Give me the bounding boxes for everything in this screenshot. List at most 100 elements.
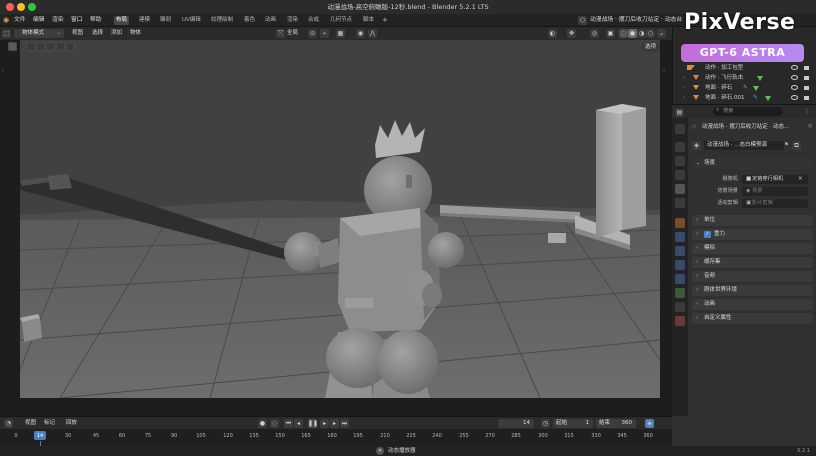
panel-units[interactable]: › 单位	[692, 215, 813, 226]
timeline-menu-view[interactable]: 视图	[25, 419, 36, 428]
render-tab-icon[interactable]	[675, 142, 685, 152]
workspace-tab-texture-paint[interactable]: 纹理绘制	[209, 16, 235, 25]
expand-arrow-icon[interactable]: ›	[683, 93, 685, 103]
select-box-icon[interactable]	[26, 42, 35, 51]
panel-scene[interactable]: ⌄ 场景	[692, 158, 813, 169]
start-frame-field[interactable]: 起始 1	[553, 419, 593, 428]
eye-icon[interactable]	[791, 95, 798, 100]
workspace-tab-modeling[interactable]: 建模	[137, 16, 152, 25]
panel-custom-properties[interactable]: › 自定义属性	[692, 313, 813, 324]
view-layer-tab-icon[interactable]	[675, 170, 685, 180]
outliner-row[interactable]: › 动作 · 飞行轨击	[673, 73, 816, 83]
workspace-tab-sculpting[interactable]: 雕刻	[158, 16, 173, 25]
select-intersect-icon[interactable]	[66, 42, 75, 51]
proportional-editing-icon[interactable]: ◉	[356, 29, 365, 38]
clear-icon[interactable]: ✕	[798, 174, 803, 185]
menu-help[interactable]: 帮助	[90, 14, 102, 27]
camera-icon[interactable]	[804, 96, 809, 100]
constraints-tab-icon[interactable]	[675, 274, 685, 284]
blender-logo-icon[interactable]: ◉	[3, 14, 9, 27]
camera-icon[interactable]	[804, 76, 809, 80]
workspace-tab-geometry-nodes[interactable]: 几何节点	[328, 16, 354, 25]
editor-type-properties-icon[interactable]: ▤	[675, 108, 684, 117]
snap-icon[interactable]: ⌁	[320, 29, 329, 38]
select-extend-icon[interactable]	[36, 42, 45, 51]
select-tool-icon[interactable]	[8, 42, 17, 51]
menu-edit[interactable]: 编辑	[33, 14, 45, 27]
menu-render[interactable]: 渲染	[52, 14, 64, 27]
scene-browse-icon[interactable]: ⬡	[578, 16, 587, 25]
jump-start-icon[interactable]: ⏮	[284, 419, 293, 428]
auto-keying-icon[interactable]: ◌	[270, 419, 279, 428]
outliner-row[interactable]: › 地面 · 碎石 ✎	[673, 83, 816, 93]
viewport-menu-view[interactable]: 视图	[72, 29, 83, 38]
record-icon[interactable]: ●	[258, 419, 267, 428]
transform-orientation-icon[interactable]: ⤧	[276, 29, 285, 38]
jump-keyframe-back-icon[interactable]: ◂	[294, 419, 303, 428]
workspace-tab-animation[interactable]: 动画	[263, 16, 278, 25]
expand-arrow-icon[interactable]: ›	[683, 83, 685, 93]
overlays-icon[interactable]: ◎	[590, 29, 599, 38]
preview-range-icon[interactable]: ◷	[541, 419, 550, 428]
xray-icon[interactable]: ▣	[606, 29, 615, 38]
workspace-tab-shading[interactable]: 着色	[242, 16, 257, 25]
editor-type-timeline-icon[interactable]: ◔	[4, 419, 13, 428]
gravity-checkbox[interactable]: ✓	[704, 231, 711, 238]
workspace-tab-rendering[interactable]: 渲染	[285, 16, 300, 25]
panel-animation[interactable]: › 动画	[692, 299, 813, 310]
play-icon[interactable]: ▸	[320, 419, 329, 428]
visibility-selectability-icon[interactable]: ◐	[548, 29, 557, 38]
workspace-tab-layout[interactable]: 布局	[114, 16, 130, 25]
world-tab-icon[interactable]	[675, 198, 685, 208]
output-tab-icon[interactable]	[675, 156, 685, 166]
more-options-icon[interactable]: ⋮	[804, 108, 810, 115]
camera-icon[interactable]	[804, 86, 809, 90]
particles-tab-icon[interactable]	[675, 246, 685, 256]
timeline-menu-playback[interactable]: 回放	[66, 419, 77, 428]
viewport-menu-add[interactable]: 添加	[111, 29, 122, 38]
object-tab-icon[interactable]	[675, 218, 685, 228]
scene-datablock-icon[interactable]: ◈	[692, 141, 701, 150]
jump-end-icon[interactable]: ⏭	[340, 419, 349, 428]
timeline-ruler[interactable]: 0 14 30 45 60 75 90 105 120 135 150 165 …	[0, 429, 672, 446]
eye-icon[interactable]	[791, 65, 798, 70]
toolbar-expand-icon[interactable]: ›	[2, 68, 4, 74]
panel-simulation[interactable]: › 模拟	[692, 243, 813, 254]
eye-icon[interactable]	[791, 85, 798, 90]
pivot-point-icon[interactable]: ⊙	[308, 29, 317, 38]
select-invert-icon[interactable]	[56, 42, 65, 51]
outliner-row[interactable]: 动作 · 加工包型	[673, 63, 816, 73]
data-tab-icon[interactable]	[675, 288, 685, 298]
pause-icon[interactable]: ❚❚	[308, 419, 318, 428]
expand-arrow-icon[interactable]: ›	[683, 73, 685, 83]
fake-user-icon[interactable]: ⚑	[784, 140, 789, 151]
shading-options-icon[interactable]: ⌄	[657, 29, 666, 38]
new-scene-icon[interactable]: ⧉	[792, 141, 801, 150]
end-frame-field[interactable]: 结束 360	[596, 419, 636, 428]
snap-target-icon[interactable]: ▦	[336, 29, 345, 38]
scene-datablock-field[interactable]: 动漫战场 · ...态白模预演	[704, 141, 784, 150]
add-workspace-button[interactable]: +	[380, 16, 390, 25]
shading-wireframe-icon[interactable]: ◌	[619, 29, 628, 38]
panel-gravity[interactable]: › ✓ 重力	[692, 229, 813, 240]
menu-file[interactable]: 文件	[14, 14, 26, 27]
timeline-menu-marker[interactable]: 标记	[44, 419, 55, 428]
tool-tab-icon[interactable]	[675, 124, 685, 134]
material-tab-icon[interactable]	[675, 302, 685, 312]
current-frame-field[interactable]: 14	[498, 419, 534, 428]
shading-material-icon[interactable]: ◑	[637, 29, 646, 38]
panel-audio[interactable]: › 音频	[692, 271, 813, 282]
eye-icon[interactable]	[791, 75, 798, 80]
select-subtract-icon[interactable]	[46, 42, 55, 51]
falloff-icon[interactable]: ⋀	[368, 29, 377, 38]
3d-viewport[interactable]	[20, 40, 660, 398]
pin-icon[interactable]: ⚲	[808, 122, 812, 133]
menu-window[interactable]: 窗口	[71, 14, 83, 27]
background-scene-field[interactable]: 场景	[742, 187, 808, 196]
jump-keyframe-forward-icon[interactable]: ▸	[330, 419, 339, 428]
workspace-tab-scripting[interactable]: 脚本	[361, 16, 376, 25]
outliner-row[interactable]: › 地面 · 碎石.001 ✎	[673, 93, 816, 103]
panel-rigid-body-world[interactable]: › 刚体世界环境	[692, 285, 813, 296]
options-button[interactable]: 选项	[641, 42, 661, 52]
workspace-tab-uv-editing[interactable]: UV编辑	[180, 16, 203, 25]
